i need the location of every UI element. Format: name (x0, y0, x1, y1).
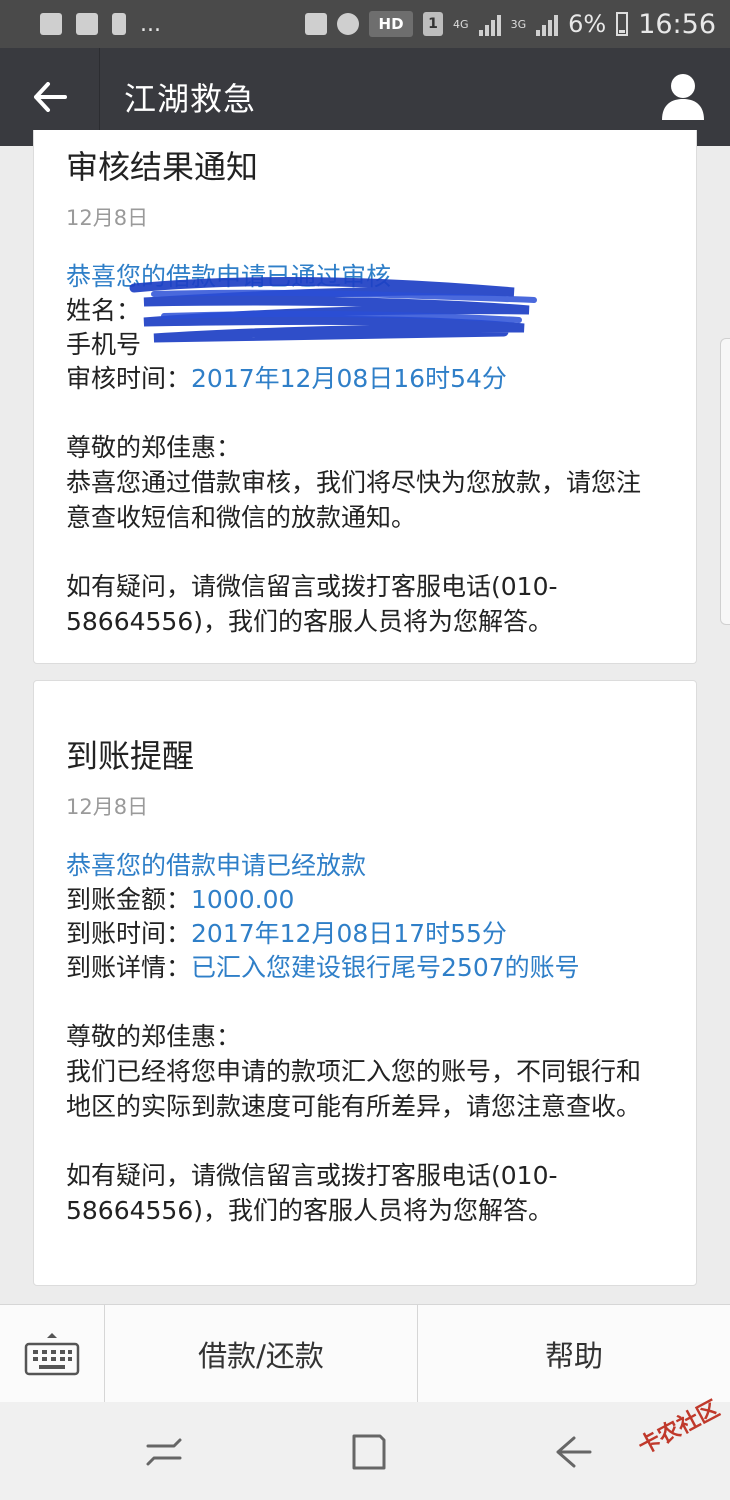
alert-notification-icon (112, 13, 126, 35)
clock: 16:56 (638, 8, 716, 40)
status-bar: ... HD 1 4G 3G 6% 16:56 (0, 0, 730, 48)
back-nav-icon[interactable] (552, 1430, 596, 1474)
sim-badge: 1 (423, 12, 444, 36)
alarm-icon (337, 13, 360, 35)
amount-label: 到账金额： (66, 885, 192, 914)
redaction-scribble (129, 277, 537, 343)
review-time-value: 2017年12月08日16时54分 (191, 364, 507, 393)
message-title: 到账提醒 (66, 737, 195, 775)
bottom-menu: 借款/还款 帮助 (0, 1304, 730, 1403)
greeting: 尊敬的郑佳惠： (66, 1022, 242, 1051)
message-body: 我们已经将您申请的款项汇入您的账号，不同银行和地区的实际到款速度可能有所差异，请… (66, 1057, 642, 1121)
review-time-label: 审核时间： (66, 364, 192, 393)
nfc-icon (305, 13, 328, 35)
message-notification-icon (76, 13, 98, 35)
message-card-review[interactable]: 审核结果通知 12月8日 恭喜您的借款申请已通过审核 姓名： 手机号 审核时间：… (33, 130, 697, 664)
greeting: 尊敬的郑佳惠： (66, 433, 242, 462)
message-date: 12月8日 (66, 795, 149, 819)
amount-value: 1000.00 (191, 885, 295, 914)
person-icon (662, 74, 704, 120)
system-nav-bar (0, 1402, 730, 1500)
message-body: 恭喜您通过借款审核，我们将尽快为您放款，请您注意查收短信和微信的放款通知。 (66, 468, 642, 532)
battery-percent: 6% (568, 10, 607, 38)
profile-button[interactable] (660, 72, 706, 122)
menu-loan-repay[interactable]: 借款/还款 (105, 1305, 418, 1403)
home-icon[interactable] (346, 1430, 390, 1474)
gallery-notification-icon (40, 13, 62, 35)
deposit-detail-label: 到账详情： (66, 953, 192, 982)
contact-info: 如有疑问，请微信留言或拨打客服电话(010-58664556)，我们的客服人员将… (66, 1161, 558, 1225)
recent-apps-icon[interactable] (142, 1430, 186, 1474)
keyboard-icon (24, 1333, 80, 1376)
contact-info: 如有疑问，请微信留言或拨打客服电话(010-58664556)，我们的客服人员将… (66, 572, 558, 636)
hd-voice-badge: HD (369, 11, 414, 37)
network-3g-label: 3G (510, 17, 527, 31)
battery-icon (616, 12, 629, 36)
chat-title: 江湖救急 (124, 80, 257, 118)
keyboard-toggle-button[interactable] (0, 1305, 105, 1403)
signal-4g-icon (478, 12, 501, 36)
message-title: 审核结果通知 (66, 148, 259, 186)
deposit-time-label: 到账时间： (66, 919, 192, 948)
scrollbar[interactable] (720, 338, 730, 625)
signal-3g-icon (536, 12, 559, 36)
message-date: 12月8日 (66, 206, 149, 230)
deposit-detail-value: 已汇入您建设银行尾号2507的账号 (191, 953, 580, 982)
message-card-deposit[interactable]: 到账提醒 12月8日 恭喜您的借款申请已经放款 到账金额：1000.00 到账时… (33, 680, 697, 1286)
network-4g-label: 4G (453, 17, 469, 31)
message-headline: 恭喜您的借款申请已经放款 (66, 851, 367, 880)
arrow-left-icon (33, 82, 67, 112)
deposit-time-value: 2017年12月08日17时55分 (191, 919, 507, 948)
menu-help[interactable]: 帮助 (418, 1305, 730, 1403)
more-notifications-icon: ... (140, 11, 161, 37)
